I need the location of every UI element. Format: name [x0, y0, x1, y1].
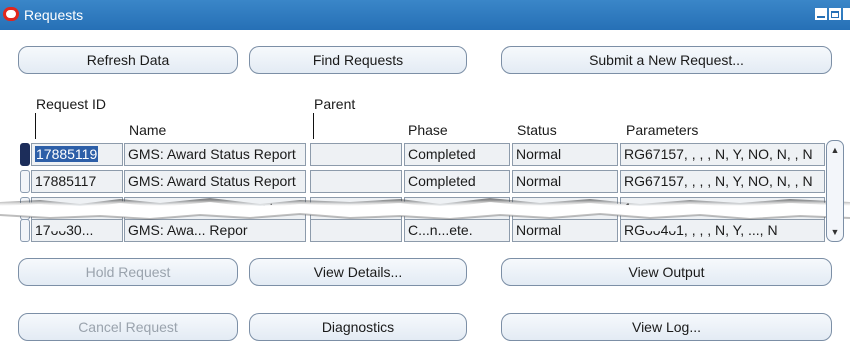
parent-field[interactable]: [310, 143, 402, 166]
close-icon[interactable]: [843, 8, 850, 20]
record-indicator[interactable]: [20, 219, 30, 242]
oracle-logo-icon: [3, 7, 19, 21]
records-scrollbar[interactable]: ▲ ▼: [826, 140, 844, 242]
column-header-status: Status: [517, 122, 557, 138]
column-header-name: Name: [129, 122, 167, 138]
find-requests-button[interactable]: Find Requests: [249, 46, 467, 74]
status-field[interactable]: Normal: [512, 143, 618, 166]
record-indicator-current[interactable]: [20, 143, 30, 166]
column-header-phase: Phase: [408, 122, 448, 138]
cancel-request-button[interactable]: Cancel Request: [18, 313, 238, 341]
request-id-field[interactable]: 17ᴗᴗ30...: [31, 219, 123, 242]
request-id-field[interactable]: 17885119: [31, 143, 123, 166]
request-id-field[interactable]: 17885117: [31, 170, 123, 193]
parent-header-line: [313, 113, 314, 139]
hold-request-button[interactable]: Hold Request: [18, 258, 238, 286]
parent-field[interactable]: [310, 170, 402, 193]
status-field[interactable]: Normal: [512, 170, 618, 193]
column-header-parent: Parent: [314, 96, 356, 112]
request-id-header-line: [35, 113, 36, 139]
torn-paper-overlay: [0, 197, 850, 220]
window-title: Requests: [24, 7, 84, 23]
view-log-button[interactable]: View Log...: [501, 313, 832, 341]
submit-new-request-button[interactable]: Submit a New Request...: [501, 46, 832, 74]
minimize-icon[interactable]: [815, 8, 827, 20]
column-header-parameters: Parameters: [626, 122, 699, 138]
parameters-field[interactable]: RG67157, , , , N, Y, NO, N, , N: [620, 170, 825, 193]
diagnostics-button[interactable]: Diagnostics: [249, 313, 467, 341]
parent-field[interactable]: [310, 219, 402, 242]
scroll-up-arrow-icon[interactable]: ▲: [830, 144, 840, 156]
phase-field[interactable]: Completed: [404, 170, 510, 193]
column-header-request-id: Request ID: [36, 96, 107, 112]
parameters-field[interactable]: RG67157, , , , N, Y, NO, N, , N: [620, 143, 825, 166]
name-field[interactable]: GMS: Award Status Report: [124, 143, 306, 166]
phase-field[interactable]: C...n...ete.: [404, 219, 510, 242]
record-indicator[interactable]: [20, 170, 30, 193]
parameters-field[interactable]: RGᴗᴗ4ᴗ1, , , , N, Y, ..., N: [620, 219, 825, 242]
status-field[interactable]: Normal: [512, 219, 618, 242]
title-bar[interactable]: Requests: [0, 0, 850, 30]
name-field[interactable]: GMS: Awa... Repor: [124, 219, 306, 242]
phase-field[interactable]: Completed: [404, 143, 510, 166]
maximize-icon[interactable]: [829, 8, 841, 20]
scroll-down-arrow-icon[interactable]: ▼: [830, 226, 840, 238]
refresh-data-button[interactable]: Refresh Data: [18, 46, 238, 74]
requests-window: Requests Refresh Data Find Requests Subm…: [0, 0, 850, 343]
view-output-button[interactable]: View Output: [501, 258, 832, 286]
view-details-button[interactable]: View Details...: [249, 258, 467, 286]
name-field[interactable]: GMS: Award Status Report: [124, 170, 306, 193]
